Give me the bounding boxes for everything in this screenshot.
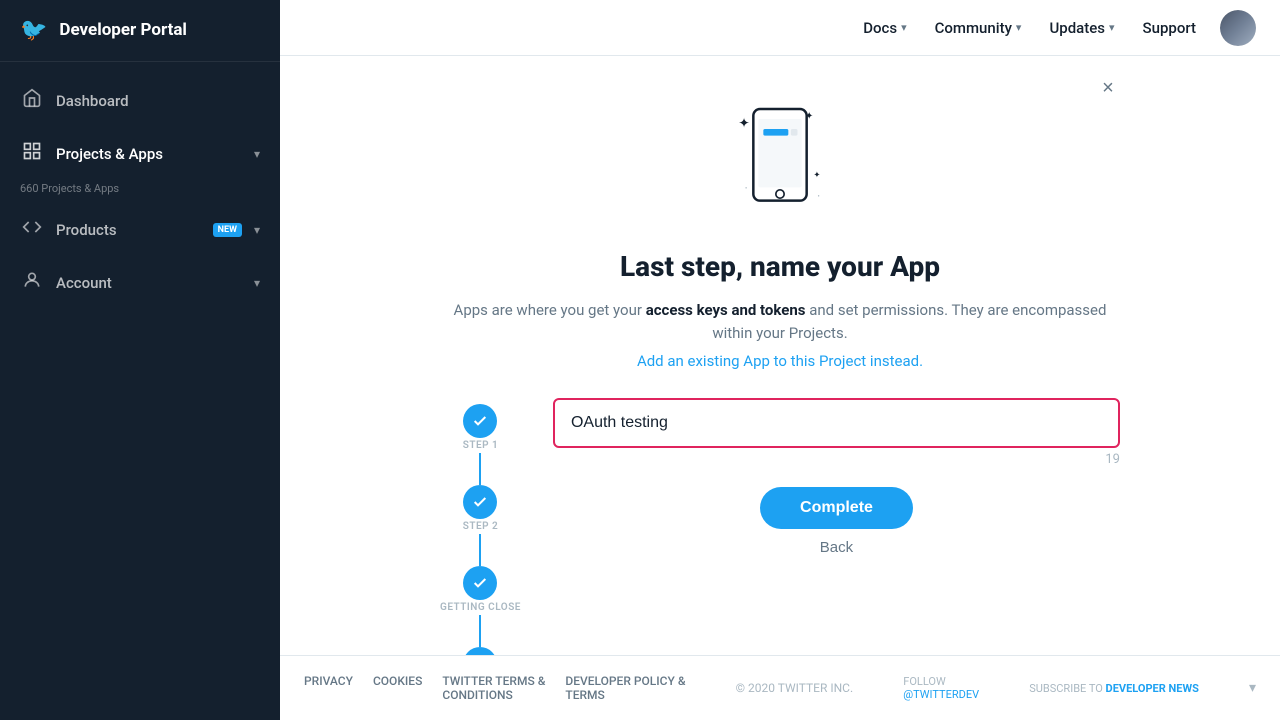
nav-docs[interactable]: Docs ▾ [851,13,918,43]
dialog-container: × ✦ ✦ ✦ • • [420,56,1140,655]
svg-text:✦: ✦ [738,117,749,132]
footer-twitter-terms-link[interactable]: TWITTER TERMS & [442,674,545,688]
footer-links: PRIVACY COOKIES TWITTER TERMS & CONDITIO… [304,674,686,702]
app-title: Developer Portal [59,20,187,41]
page-content: × ✦ ✦ ✦ • • [280,56,1280,655]
support-label: Support [1143,19,1196,37]
projects-count: 660 Projects & Apps [0,180,280,203]
chevron-down-icon: ▾ [1109,21,1115,34]
projects-icon [20,141,44,166]
form-column: 19 Complete Back [553,398,1120,556]
step-circle-3 [463,566,497,600]
footer-follow: FOLLOW @TWITTERDEV [903,675,979,701]
step-item-2: STEP 2 [463,485,499,566]
sidebar-item-account[interactable]: Account ▾ [0,256,280,309]
dialog-description: Apps are where you get your access keys … [440,299,1120,344]
step-circle-2 [463,485,497,519]
add-existing-link[interactable]: Add an existing App to this Project inst… [440,352,1120,370]
step-line-2 [479,534,481,566]
sidebar-item-dashboard[interactable]: Dashboard [0,74,280,127]
step-label-3: GETTING CLOSE [440,602,521,613]
avatar-image [1220,10,1256,46]
community-label: Community [935,19,1012,37]
main-content: Docs ▾ Community ▾ Updates ▾ Support [280,0,1280,720]
app-name-wrapper [553,398,1120,448]
footer-copyright: © 2020 TWITTER INC. [736,681,854,695]
chevron-down-icon: ▾ [254,276,260,290]
svg-text:•: • [817,193,819,201]
footer-dev-policy-link[interactable]: DEVELOPER POLICY & [565,674,685,688]
sidebar-item-label: Projects & Apps [56,145,242,163]
footer-dev-policy-group: DEVELOPER POLICY & TERMS [565,674,685,702]
footer-follow-link[interactable]: @TWITTERDEV [903,688,979,701]
steps-form-layout: STEP 1 STEP 2 [440,398,1120,655]
footer-expand-icon[interactable]: ▾ [1249,680,1256,696]
new-badge: NEW [213,223,242,237]
home-icon [20,88,44,113]
sidebar-item-label: Products [56,221,195,239]
step-label-1: STEP 1 [463,440,499,451]
account-icon [20,270,44,295]
nav-support[interactable]: Support [1131,13,1208,43]
sidebar-item-label: Dashboard [56,92,260,110]
sidebar-item-projects[interactable]: Projects & Apps ▾ [0,127,280,180]
dialog-title: Last step, name your App [440,250,1120,283]
chevron-down-icon: ▾ [254,223,260,237]
footer-subscribe-link[interactable]: DEVELOPER NEWS [1106,682,1199,695]
sidebar-nav: Dashboard Projects & Apps ▾ 660 Projects… [0,62,280,720]
step-circle-1 [463,404,497,438]
step-line-3 [479,615,481,647]
chevron-down-icon: ▾ [901,21,907,34]
app-name-input[interactable] [553,398,1120,448]
nav-community[interactable]: Community ▾ [923,13,1034,43]
char-count: 19 [553,452,1120,467]
back-button[interactable]: Back [820,539,853,556]
footer: PRIVACY COOKIES TWITTER TERMS & CONDITIO… [280,655,1280,720]
step-item-1: STEP 1 [463,404,499,485]
svg-text:•: • [745,184,747,192]
sidebar-item-label: Account [56,274,242,292]
footer-cookies-link[interactable]: COOKIES [373,674,422,702]
step-item-3: GETTING CLOSE [440,566,521,647]
phone-illustration: ✦ ✦ ✦ • • [440,96,1120,226]
footer-terms-group: TWITTER TERMS & CONDITIONS [442,674,545,702]
complete-button[interactable]: Complete [760,487,913,529]
docs-label: Docs [863,19,897,37]
chevron-down-icon: ▾ [1016,21,1022,34]
nav-updates[interactable]: Updates ▾ [1037,13,1126,43]
footer-privacy-link[interactable]: PRIVACY [304,674,353,702]
sidebar-header: 🐦 Developer Portal [0,0,280,62]
step-item-4: ALMOST DONE! [442,647,519,655]
step-circle-4 [463,647,497,655]
updates-label: Updates [1049,19,1105,37]
footer-subscribe: SUBSCRIBE TO DEVELOPER NEWS [1029,682,1199,695]
sidebar: 🐦 Developer Portal Dashboard [0,0,280,720]
twitter-logo-icon: 🐦 [20,18,47,43]
top-nav: Docs ▾ Community ▾ Updates ▾ Support [280,0,1280,56]
chevron-down-icon: ▾ [254,147,260,161]
sidebar-item-products[interactable]: Products NEW ▾ [0,203,280,256]
steps-column: STEP 1 STEP 2 [440,398,521,655]
step-label-2: STEP 2 [463,521,499,532]
svg-text:✦: ✦ [813,171,820,181]
user-avatar[interactable] [1220,10,1256,46]
step-line-1 [479,453,481,485]
products-icon [20,217,44,242]
